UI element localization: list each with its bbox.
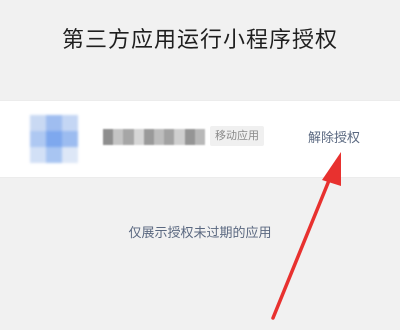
authorized-app-item: 移动应用 解除授权 — [0, 100, 400, 178]
app-type-tag: 移动应用 — [210, 126, 264, 146]
revoke-authorization-button[interactable]: 解除授权 — [308, 127, 360, 146]
app-name-blurred — [103, 129, 206, 145]
page-title: 第三方应用运行小程序授权 — [61, 28, 338, 53]
app-icon — [30, 115, 78, 163]
hint-text: 仅展示授权未过期的应用 — [128, 226, 272, 241]
